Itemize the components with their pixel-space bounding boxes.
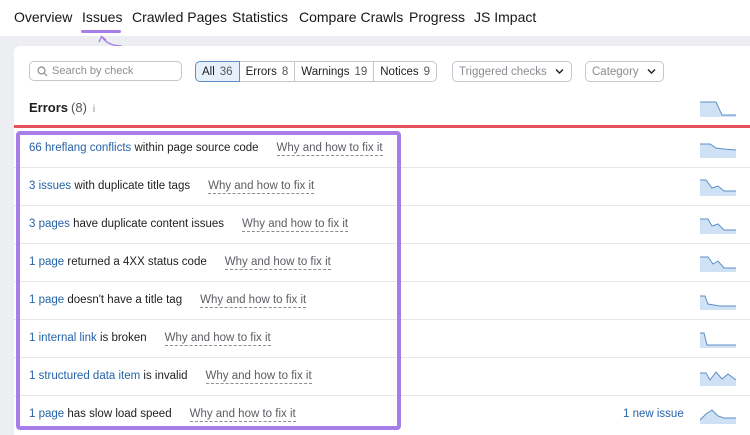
filter-all[interactable]: All 36: [195, 61, 240, 82]
search-icon: [37, 66, 48, 77]
issue-trend-sparkline: [700, 143, 736, 158]
tab-statistics[interactable]: Statistics: [232, 9, 288, 25]
filter-errors-count: 8: [281, 65, 289, 78]
errors-title-label: Errors: [29, 100, 69, 115]
tab-progress[interactable]: Progress: [409, 9, 465, 25]
tab-compare-crawls[interactable]: Compare Crawls: [299, 9, 403, 25]
search-input[interactable]: [52, 63, 178, 79]
filter-all-label: All: [202, 65, 215, 78]
highlight-box: [16, 131, 401, 430]
filter-notices-label: Notices: [380, 65, 419, 78]
filter-errors-label: Errors: [245, 65, 277, 78]
tab-issues[interactable]: Issues: [82, 9, 122, 25]
issue-trend-sparkline: [700, 295, 736, 310]
filter-notices[interactable]: Notices 9: [373, 61, 438, 82]
issue-trend-sparkline: [700, 256, 736, 272]
filter-warnings[interactable]: Warnings 19: [294, 61, 375, 82]
search-box[interactable]: [29, 61, 182, 81]
issue-trend-sparkline: [700, 409, 736, 424]
issue-trend-sparkline: [700, 371, 736, 386]
category-dropdown[interactable]: Category: [585, 61, 664, 82]
triggered-checks-dropdown[interactable]: Triggered checks: [452, 61, 572, 82]
new-issue-badge[interactable]: 1 new issue: [623, 408, 684, 420]
chevron-down-icon: [555, 69, 564, 74]
issue-trend-sparkline: [700, 218, 736, 234]
tab-overview[interactable]: Overview: [14, 9, 72, 25]
severity-filter: All 36 Errors 8 Warnings 19 Notices 9: [195, 61, 438, 82]
tab-js-impact[interactable]: JS Impact: [474, 9, 536, 25]
active-tab-indicator: [81, 30, 121, 33]
errors-section-title: Errors (8) i: [29, 100, 95, 115]
errors-count: (8): [71, 100, 87, 115]
info-icon[interactable]: i: [93, 104, 95, 115]
issue-trend-sparkline: [700, 179, 736, 196]
filter-warnings-label: Warnings: [301, 65, 350, 78]
filter-notices-count: 9: [423, 65, 431, 78]
chevron-down-icon: [647, 69, 656, 74]
category-label: Category: [592, 65, 639, 78]
issue-trend-sparkline: [700, 332, 736, 348]
filter-warnings-count: 19: [354, 65, 368, 78]
filter-errors[interactable]: Errors 8: [238, 61, 296, 82]
errors-trend-sparkline: [700, 101, 736, 117]
triggered-checks-label: Triggered checks: [459, 65, 547, 78]
filter-all-count: 36: [219, 65, 233, 78]
tab-crawled-pages[interactable]: Crawled Pages: [132, 9, 227, 25]
errors-severity-bar: [14, 125, 750, 128]
